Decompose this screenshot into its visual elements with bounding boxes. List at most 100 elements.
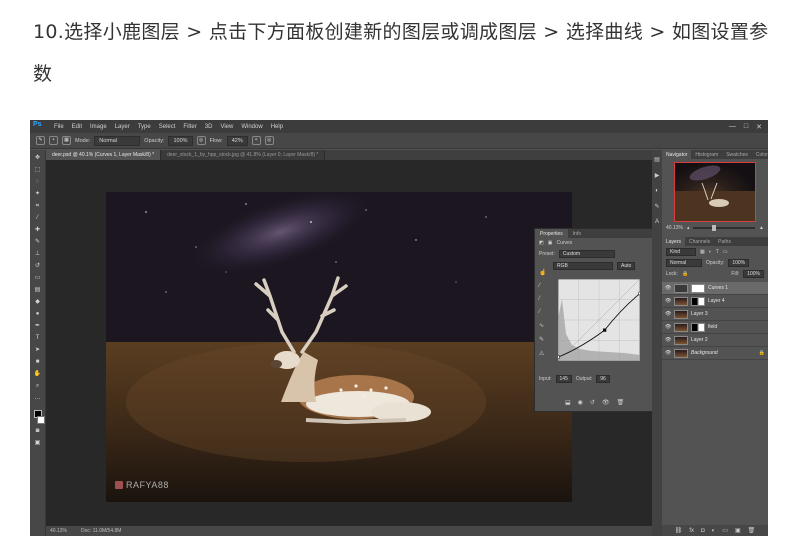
tab-paths[interactable]: Paths	[714, 237, 735, 246]
curve-control-point[interactable]	[638, 291, 640, 296]
layer-mask-icon[interactable]: ▣	[548, 240, 553, 246]
menu-filter[interactable]: Filter	[179, 124, 200, 130]
tab-histogram[interactable]: Histogram	[691, 150, 722, 159]
curve-control-point[interactable]	[602, 328, 607, 332]
minimize-icon[interactable]: —	[729, 123, 736, 131]
more-tools-icon[interactable]: …	[33, 394, 42, 403]
history-brush-tool-icon[interactable]: ↺	[33, 262, 42, 271]
quick-select-tool-icon[interactable]: ✦	[33, 190, 42, 199]
delete-adjustment-icon[interactable]: 🗑	[617, 399, 625, 406]
shape-tool-icon[interactable]: ■	[33, 358, 42, 367]
auto-button[interactable]: Auto	[617, 262, 636, 270]
background-color-swatch[interactable]	[36, 416, 45, 424]
reset-icon[interactable]: ↺	[590, 399, 595, 406]
delete-layer-icon[interactable]: 🗑	[748, 527, 756, 534]
deer-artwork[interactable]: RAFYA88	[106, 192, 572, 502]
layer-name[interactable]: Background	[691, 350, 718, 356]
clipping-warning-icon[interactable]: ⚠	[539, 350, 546, 357]
path-select-tool-icon[interactable]: ➤	[33, 346, 42, 355]
type-tool-icon[interactable]: T	[33, 334, 42, 343]
tab-swatches[interactable]: Swatches	[722, 150, 752, 159]
curve-control-point[interactable]	[558, 355, 560, 359]
navigator-zoom-value[interactable]: 40.13%	[666, 225, 683, 231]
layer-mask-thumbnail[interactable]	[691, 296, 705, 306]
character-panel-icon[interactable]: A	[655, 219, 659, 225]
history-panel-icon[interactable]: ▤	[654, 156, 660, 163]
quick-mask-icon[interactable]: ◙	[33, 427, 42, 436]
brush-panel-icon[interactable]: ✎	[654, 203, 659, 210]
zoom-in-icon[interactable]: ▲	[759, 225, 764, 231]
restore-icon[interactable]: □	[744, 123, 748, 131]
marquee-tool-icon[interactable]: ⬚	[33, 166, 42, 175]
menu-image[interactable]: Image	[86, 124, 111, 130]
pressure-opacity-icon[interactable]: ◎	[196, 136, 206, 145]
layer-name[interactable]: Layer 4	[708, 298, 725, 304]
new-adjustment-layer-icon[interactable]: ◐	[712, 528, 716, 534]
visibility-eye-icon[interactable]: 👁	[665, 324, 671, 330]
fill-field[interactable]: 100%	[743, 270, 764, 278]
healing-tool-icon[interactable]: ✚	[33, 226, 42, 235]
move-tool-icon[interactable]: ✥	[33, 154, 42, 163]
zoom-slider[interactable]	[693, 225, 756, 231]
tab-navigator[interactable]: Navigator	[662, 150, 692, 159]
background-lock-icon[interactable]: 🔒	[759, 350, 765, 356]
opacity-field[interactable]: 100%	[168, 135, 193, 146]
blur-tool-icon[interactable]: ◆	[33, 298, 42, 307]
clip-to-layer-icon[interactable]: ⬓	[565, 399, 571, 406]
gradient-tool-icon[interactable]: ▤	[33, 286, 42, 295]
airbrush-icon[interactable]: ✧	[251, 136, 261, 145]
edit-points-icon[interactable]: ∿	[539, 322, 546, 329]
menu-type[interactable]: Type	[134, 124, 155, 130]
tab-channels[interactable]: Channels	[685, 237, 714, 246]
menu-edit[interactable]: Edit	[68, 124, 86, 130]
crop-tool-icon[interactable]: ⌗	[33, 202, 42, 211]
tab-properties[interactable]: Properties	[535, 229, 568, 238]
layer-row[interactable]: 👁 Curves 1	[662, 282, 768, 295]
filter-adjust-icon[interactable]: ◐	[709, 249, 712, 255]
pressure-size-icon[interactable]: ◎	[264, 136, 274, 145]
layer-row[interactable]: 👁 Layer 3	[662, 308, 768, 321]
tab-deer-psd[interactable]: deer.psd @ 40.1% (Curves 1, Layer Mask/8…	[46, 150, 162, 160]
view-previous-icon[interactable]: ◉	[578, 399, 583, 406]
add-mask-icon[interactable]: ◘	[701, 528, 705, 534]
menu-view[interactable]: View	[216, 124, 237, 130]
mode-select[interactable]: Normal	[94, 135, 141, 146]
output-field[interactable]: 96	[596, 375, 610, 383]
layer-row[interactable]: 👁 Background 🔒	[662, 347, 768, 360]
tab-deer-stock[interactable]: deer_stock_1_by_hpp_stock.jpg @ 41.8% (L…	[161, 150, 326, 160]
actions-panel-icon[interactable]: ▶	[655, 172, 660, 179]
tab-layers[interactable]: Layers	[662, 237, 686, 246]
canvas-area[interactable]: RAFYA88 Properties Info ◩ ▣ Curves Prese…	[46, 160, 665, 526]
pen-tool-icon[interactable]: ✒	[33, 322, 42, 331]
dodge-tool-icon[interactable]: ●	[33, 310, 42, 319]
menu-window[interactable]: Window	[237, 124, 266, 130]
menu-3d[interactable]: 3D	[201, 124, 217, 130]
brush-tool-icon[interactable]: ✎	[33, 238, 42, 247]
blend-mode-select[interactable]: Normal	[666, 259, 702, 267]
layer-filter-select[interactable]: Kind	[666, 248, 696, 256]
layer-mask-thumbnail[interactable]	[691, 283, 705, 293]
on-image-adjust-icon[interactable]: ☝	[539, 269, 546, 276]
toggle-brush-panel-icon[interactable]: ▦	[62, 136, 71, 145]
filter-type-icon[interactable]: T	[716, 249, 719, 255]
flow-field[interactable]: 42%	[226, 135, 248, 146]
zoom-tool-icon[interactable]: ⌕	[33, 382, 42, 391]
layer-row[interactable]: 👁 Layer 2	[662, 334, 768, 347]
gray-point-eyedropper-icon[interactable]: ⁄	[539, 296, 546, 302]
tab-info[interactable]: Info	[568, 229, 586, 238]
visibility-eye-icon[interactable]: 👁	[665, 350, 671, 356]
layers-opacity-field[interactable]: 100%	[728, 259, 750, 267]
new-group-icon[interactable]: ▭	[722, 527, 728, 534]
close-icon[interactable]: ✕	[756, 123, 762, 131]
layer-style-icon[interactable]: fx	[689, 528, 694, 534]
lock-icon[interactable]: 🔒	[682, 271, 688, 277]
layer-name[interactable]: Curves 1	[708, 285, 728, 291]
menu-file[interactable]: File	[50, 124, 68, 130]
layer-row[interactable]: 👁 Layer 4	[662, 295, 768, 308]
menu-help[interactable]: Help	[267, 124, 287, 130]
pencil-draw-icon[interactable]: ✎	[539, 336, 546, 343]
layer-name[interactable]: field	[708, 324, 717, 330]
channel-select[interactable]: RGB	[553, 262, 613, 270]
white-point-eyedropper-icon[interactable]: ⁄	[539, 309, 546, 315]
hand-tool-icon[interactable]: ✋	[33, 370, 42, 379]
